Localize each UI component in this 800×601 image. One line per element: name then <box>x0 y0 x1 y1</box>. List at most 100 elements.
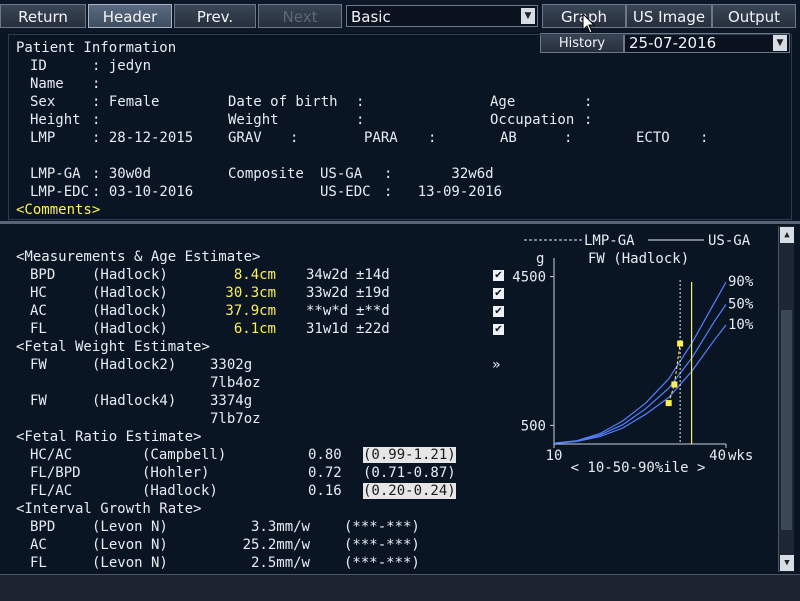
legend-us-ga: US-GA <box>708 233 751 249</box>
x-tick-label: 40 <box>709 448 726 464</box>
measurement-sd: ±22d <box>356 321 390 337</box>
measurement-name: FL <box>30 321 47 337</box>
us-image-button[interactable]: US Image <box>626 4 712 28</box>
percentile-curve-50 <box>553 304 727 444</box>
dob-label: Date of birth <box>228 94 338 110</box>
measurement-method: (Hadlock) <box>92 321 168 337</box>
weight-label: Weight <box>228 112 279 128</box>
ratio-name: FL/BPD <box>30 465 81 481</box>
ratio-title: <Fetal Ratio Estimate> <box>16 429 202 445</box>
occupation-label: Occupation <box>490 112 575 128</box>
para-label: PARA <box>364 130 398 146</box>
measurements-title: <Measurements & Age Estimate> <box>16 249 261 265</box>
measurement-ga: **w*d <box>306 303 349 319</box>
fw-2-name: FW <box>30 393 47 409</box>
us-edc-label: US-EDC <box>320 184 371 200</box>
measurement-method: (Hadlock) <box>92 285 168 301</box>
sex-label: Sex <box>30 94 56 110</box>
measured-point <box>665 400 672 407</box>
percentile-curve-10 <box>553 324 727 444</box>
output-button[interactable]: Output <box>712 4 796 28</box>
return-button[interactable]: Return <box>0 4 86 28</box>
fw-1-grams: 3302g <box>210 357 253 373</box>
comments-link[interactable]: <Comments> <box>16 202 100 218</box>
sex-value: : Female <box>92 94 160 110</box>
growth-method: (Levon N) <box>92 555 168 571</box>
mode-select[interactable]: Basic ▼ <box>346 5 538 27</box>
next-button[interactable]: Next <box>258 4 342 28</box>
measurement-value: 37.9cm <box>225 303 276 319</box>
growth-name: AC <box>30 537 47 553</box>
lmp-ga-value: : 30w0d <box>92 166 152 182</box>
measurement-name: BPD <box>30 267 56 283</box>
occupation-value: : <box>584 112 593 128</box>
measured-point <box>671 381 678 388</box>
age-label: Age <box>490 94 516 110</box>
section-divider <box>0 221 800 224</box>
age-value: : <box>584 94 593 110</box>
us-edc-value: : 13-09-2016 <box>384 184 503 200</box>
header-button[interactable]: Header <box>88 4 172 28</box>
growth-value: 2.5mm/w <box>250 555 310 571</box>
ratio-range: (0.71-0.87) <box>363 465 456 481</box>
fetal-weight-chart: LMP-GA US-GA g FW (Hadlock) 4500 50010 40 wks 90… <box>512 233 754 476</box>
fw-1-method: (Hadlock2) <box>92 357 177 373</box>
measurement-ga: 34w2d <box>306 267 349 283</box>
ratio-method: (Campbell) <box>142 447 227 463</box>
dob-value: : <box>356 94 365 110</box>
legend-lmp-ga: LMP-GA <box>584 233 635 249</box>
ratio-method: (Hadlock) <box>142 483 218 499</box>
fw-2-pounds: 7lb7oz <box>210 411 261 427</box>
measurement-name: HC <box>30 285 47 301</box>
weight-value: : <box>356 112 365 128</box>
ratio-name: HC/AC <box>30 447 73 463</box>
x-tick-label: 10 <box>546 448 563 464</box>
name-label: Name <box>30 76 64 92</box>
percentile-switch: < 10-50-90%ile > <box>571 460 706 476</box>
y-axis-label: g <box>536 251 544 267</box>
name-value: : <box>92 76 101 92</box>
percentile-label: 50% <box>728 297 754 313</box>
growth-name: FL <box>30 555 47 571</box>
growth-range: (***-***) <box>344 555 420 571</box>
fw-2-grams: 3374g <box>210 393 253 409</box>
measurement-method: (Hadlock) <box>92 267 168 283</box>
scroll-up-icon[interactable]: ▲ <box>780 227 794 243</box>
mouse-cursor-icon <box>582 13 596 34</box>
scrollbar[interactable]: ▲ ▼ <box>778 226 794 572</box>
id-value: : jedyn <box>92 58 152 74</box>
height-label: Height <box>30 112 81 128</box>
growth-method: (Levon N) <box>92 519 168 535</box>
ratio-name: FL/AC <box>30 483 73 499</box>
scroll-down-icon[interactable]: ▼ <box>780 555 794 571</box>
scroll-thumb[interactable] <box>781 310 792 530</box>
fw-1-name: FW <box>30 357 47 373</box>
patient-info-title: Patient Information <box>16 40 177 56</box>
ratio-method: (Hohler) <box>142 465 210 481</box>
prev-button[interactable]: Prev. <box>174 4 256 28</box>
us-ga-label: US-GA <box>320 166 363 182</box>
measurement-value: 8.4cm <box>233 267 276 283</box>
lmp-label: LMP <box>30 130 56 146</box>
measurement-value: 6.1cm <box>233 321 276 337</box>
growth-value: 3.3mm/w <box>250 519 310 535</box>
chevron-down-icon[interactable]: ▼ <box>521 8 535 24</box>
y-tick-label: 4500 <box>512 270 546 286</box>
lmp-edc-value: : 03-10-2016 <box>92 184 194 200</box>
chart-title: FW (Hadlock) <box>588 251 689 267</box>
fw-1-pounds: 7lb4oz <box>210 375 261 391</box>
measured-point <box>677 340 684 347</box>
ratio-value: 0.16 <box>308 483 342 499</box>
composite-label: Composite <box>228 166 304 182</box>
measurement-ga: 33w2d <box>306 285 349 301</box>
para-value: : <box>428 130 437 146</box>
fw-2-method: (Hadlock4) <box>92 393 177 409</box>
ecto-label: ECTO <box>636 130 670 146</box>
grav-label: GRAV <box>228 130 262 146</box>
x-axis-label: wks <box>728 448 753 464</box>
mode-select-value: Basic <box>351 8 391 26</box>
measurement-sd: ±14d <box>356 267 390 283</box>
ratio-value: 0.72 <box>308 465 342 481</box>
lmp-edc-label: LMP-EDC <box>30 184 90 200</box>
measurement-sd: ±**d <box>356 303 390 319</box>
